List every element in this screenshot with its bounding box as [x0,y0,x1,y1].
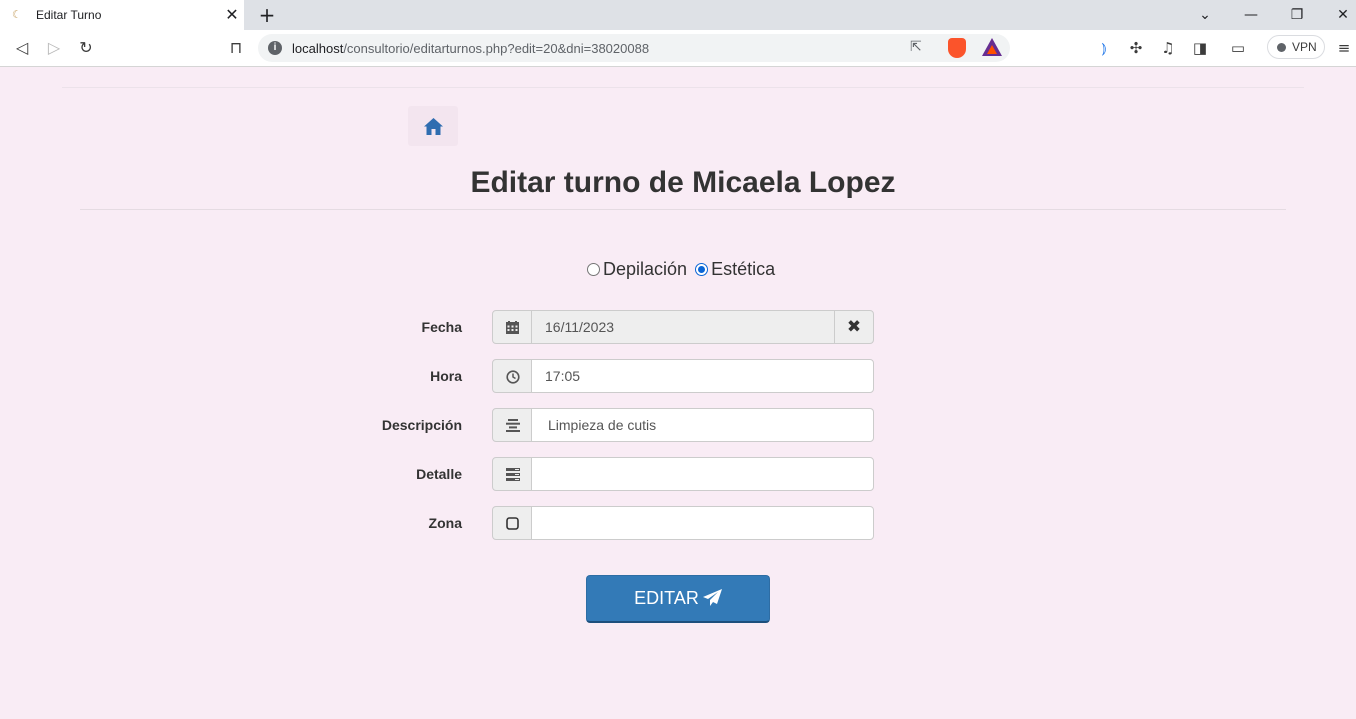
forward-icon[interactable]: ▷ [42,37,66,59]
url-host: localhost [292,41,344,56]
editar-submit-button[interactable]: EDITAR [586,575,770,623]
top-divider [62,87,1304,88]
zona-input[interactable] [531,506,874,540]
zona-label: Zona [428,515,462,531]
send-icon [702,589,722,606]
descripcion-row: Descripción [0,408,1356,442]
minimize-button[interactable]: — [1240,5,1262,25]
detalle-row: Detalle [0,457,1356,491]
reload-icon[interactable]: ↻ [74,37,98,59]
zona-addon [492,506,532,540]
square-icon [506,517,519,530]
hora-addon [492,359,532,393]
tab-close-icon[interactable]: ✕ [222,5,242,25]
bookmark-icon[interactable]: ⊓ [224,37,248,59]
extensions-icon[interactable]: ✣ [1126,38,1146,58]
url-path: /consultorio/editarturnos.php?edit=20&dn… [343,41,650,56]
detalle-input[interactable] [531,457,874,491]
descripcion-input[interactable] [531,408,874,442]
browser-tab-active[interactable]: ☾ Editar Turno ✕ [0,0,244,30]
share-icon[interactable]: ⇱ [910,39,922,55]
browser-toolbar: ◁ ▷ ↻ ⊓ i localhost/consultorio/editartu… [0,30,1356,67]
radio-estetica-label[interactable]: Estética [711,259,775,279]
zona-row: Zona [0,506,1356,540]
clock-icon [506,370,520,384]
detalle-label: Detalle [416,466,462,482]
fecha-input[interactable] [531,310,835,344]
radio-depilacion-label[interactable]: Depilación [603,259,687,279]
sidebar-icon[interactable]: ◨ [1190,38,1210,58]
hora-input[interactable] [531,359,874,393]
service-type-radio-group: Depilación Estética [587,259,783,279]
browser-tab-strip: ☾ Editar Turno ✕ + ⌄ — ❐ ✕ [0,0,1356,30]
hora-label: Hora [430,368,462,384]
brave-rewards-icon[interactable] [982,38,1002,56]
descripcion-label: Descripción [381,417,462,433]
speech-reader-icon[interactable]: ⦆ [1094,38,1114,58]
list-details-icon [506,468,520,481]
home-button[interactable] [408,106,458,146]
page-title: Editar turno de Micaela Lopez [470,166,896,199]
address-bar[interactable]: i localhost/consultorio/editarturnos.php… [258,34,1010,62]
calendar-icon [506,321,519,334]
brave-shields-icon[interactable] [948,38,966,58]
url-text[interactable]: localhost/consultorio/editarturnos.php?e… [292,41,649,56]
title-divider [80,209,1286,210]
back-icon[interactable]: ◁ [10,37,34,59]
tab-search-icon[interactable]: ⌄ [1194,5,1216,25]
new-tab-button[interactable]: + [256,4,278,26]
detalle-addon [492,457,532,491]
descripcion-addon [492,408,532,442]
fecha-addon [492,310,532,344]
site-info-icon[interactable]: i [268,41,282,55]
vpn-button[interactable]: VPN [1267,35,1325,59]
wallet-icon[interactable]: ▭ [1228,38,1248,58]
fecha-label: Fecha [421,319,462,335]
hora-row: Hora [0,359,1356,393]
menu-icon[interactable]: ≡ [1334,38,1354,58]
tab-title: Editar Turno [36,8,102,22]
radio-estetica[interactable] [695,263,709,276]
media-icon[interactable]: ♫ [1158,38,1178,58]
align-center-icon [506,419,520,432]
radio-depilacion[interactable] [587,263,600,276]
fecha-row: Fecha ✖ [0,310,1356,344]
tab-favicon-icon: ☾ [12,8,22,21]
clear-date-icon[interactable]: ✖ [834,310,874,344]
close-window-button[interactable]: ✕ [1332,5,1354,25]
editar-submit-label: EDITAR [634,588,699,608]
restore-button[interactable]: ❐ [1286,5,1308,25]
home-icon [424,118,443,135]
